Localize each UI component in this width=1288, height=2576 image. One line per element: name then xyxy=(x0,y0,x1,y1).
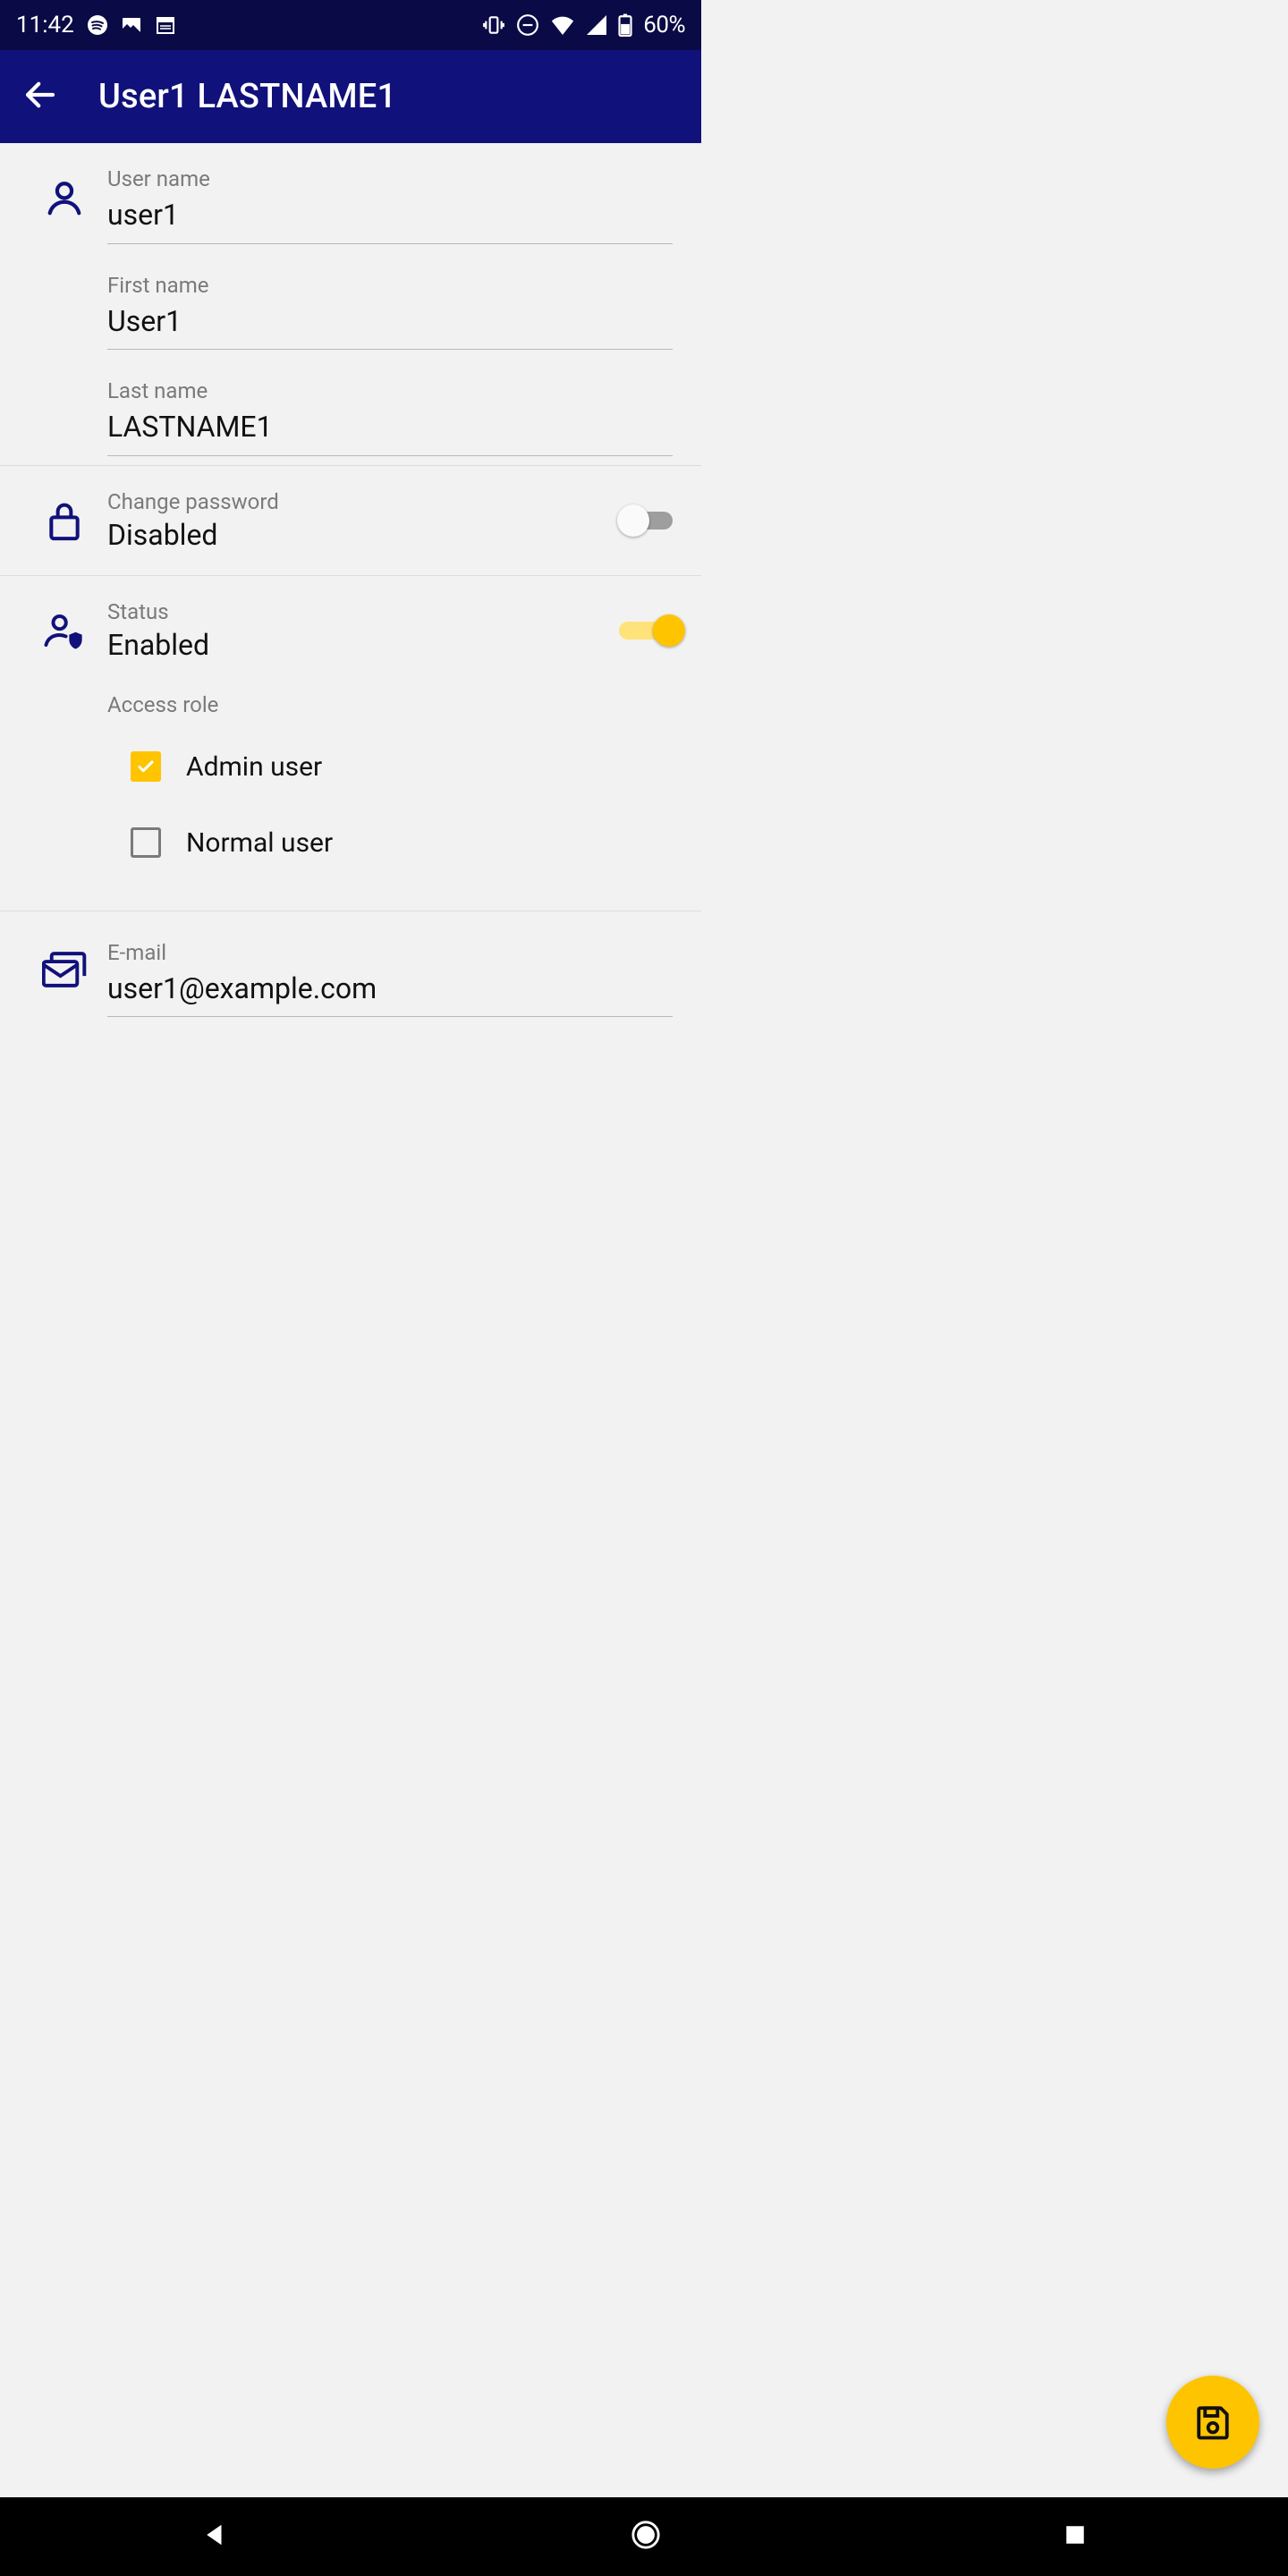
app-bar: User1 LASTNAME1 xyxy=(0,50,701,143)
dnd-icon xyxy=(516,13,539,37)
firstname-field[interactable]: First name xyxy=(107,264,673,351)
email-section: E-mail xyxy=(0,911,701,1027)
firstname-input[interactable] xyxy=(107,303,673,348)
system-nav-bar xyxy=(0,2497,1288,2576)
identity-section: User name First name Last name xyxy=(0,143,701,466)
username-label: User name xyxy=(107,166,673,191)
access-option-label: Normal user xyxy=(186,827,333,859)
lastname-input[interactable] xyxy=(107,409,673,453)
status-bar: 11:42 60% xyxy=(0,0,701,50)
nav-back-icon xyxy=(201,2521,228,2548)
person-shield-icon xyxy=(42,610,87,651)
access-option-normal[interactable]: Normal user xyxy=(107,813,680,889)
battery-icon xyxy=(618,13,632,37)
spotify-icon xyxy=(87,14,108,36)
firstname-label: First name xyxy=(107,273,673,298)
nav-recent-button[interactable] xyxy=(1063,2523,1087,2550)
mail-icon xyxy=(42,951,87,988)
email-input[interactable] xyxy=(107,970,673,1015)
person-icon xyxy=(44,177,85,218)
status-value: Enabled xyxy=(107,628,619,662)
password-toggle[interactable] xyxy=(619,504,680,538)
status-access-section: Status Enabled Access role Admin user xyxy=(0,576,701,911)
email-label: E-mail xyxy=(107,940,673,965)
wifi-icon xyxy=(550,15,575,35)
vibrate-icon xyxy=(482,13,505,37)
back-arrow-icon xyxy=(21,76,59,114)
nav-recent-icon xyxy=(1063,2523,1087,2546)
back-button[interactable] xyxy=(21,76,59,117)
status-time: 11:42 xyxy=(16,12,74,38)
access-option-label: Admin user xyxy=(186,751,322,783)
page-title: User1 LASTNAME1 xyxy=(98,77,396,116)
save-fab[interactable] xyxy=(1166,2376,1259,2469)
status-label: Status xyxy=(107,599,619,624)
nav-home-button[interactable] xyxy=(631,2520,661,2554)
access-role-label: Access role xyxy=(107,692,680,717)
content-area: User name First name Last name Change xyxy=(0,143,701,1026)
checkbox-unchecked-icon xyxy=(131,827,161,858)
checkbox-checked-icon xyxy=(131,751,161,782)
email-field[interactable]: E-mail xyxy=(107,931,673,1018)
username-input[interactable] xyxy=(107,197,673,242)
username-field[interactable]: User name xyxy=(107,157,673,244)
password-section: Change password Disabled xyxy=(0,466,701,576)
save-icon xyxy=(1194,2403,1232,2441)
access-option-admin[interactable]: Admin user xyxy=(107,737,680,813)
lastname-field[interactable]: Last name xyxy=(107,369,673,456)
photos-icon xyxy=(121,14,142,36)
password-value: Disabled xyxy=(107,518,619,552)
password-label: Change password xyxy=(107,489,619,514)
signal-icon xyxy=(586,15,607,35)
status-toggle[interactable] xyxy=(619,614,680,648)
nav-back-button[interactable] xyxy=(201,2521,228,2552)
lastname-label: Last name xyxy=(107,378,673,403)
nav-home-icon xyxy=(631,2520,661,2550)
calendar-icon xyxy=(155,14,176,36)
battery-text: 60% xyxy=(643,12,685,38)
lock-icon xyxy=(45,499,84,542)
